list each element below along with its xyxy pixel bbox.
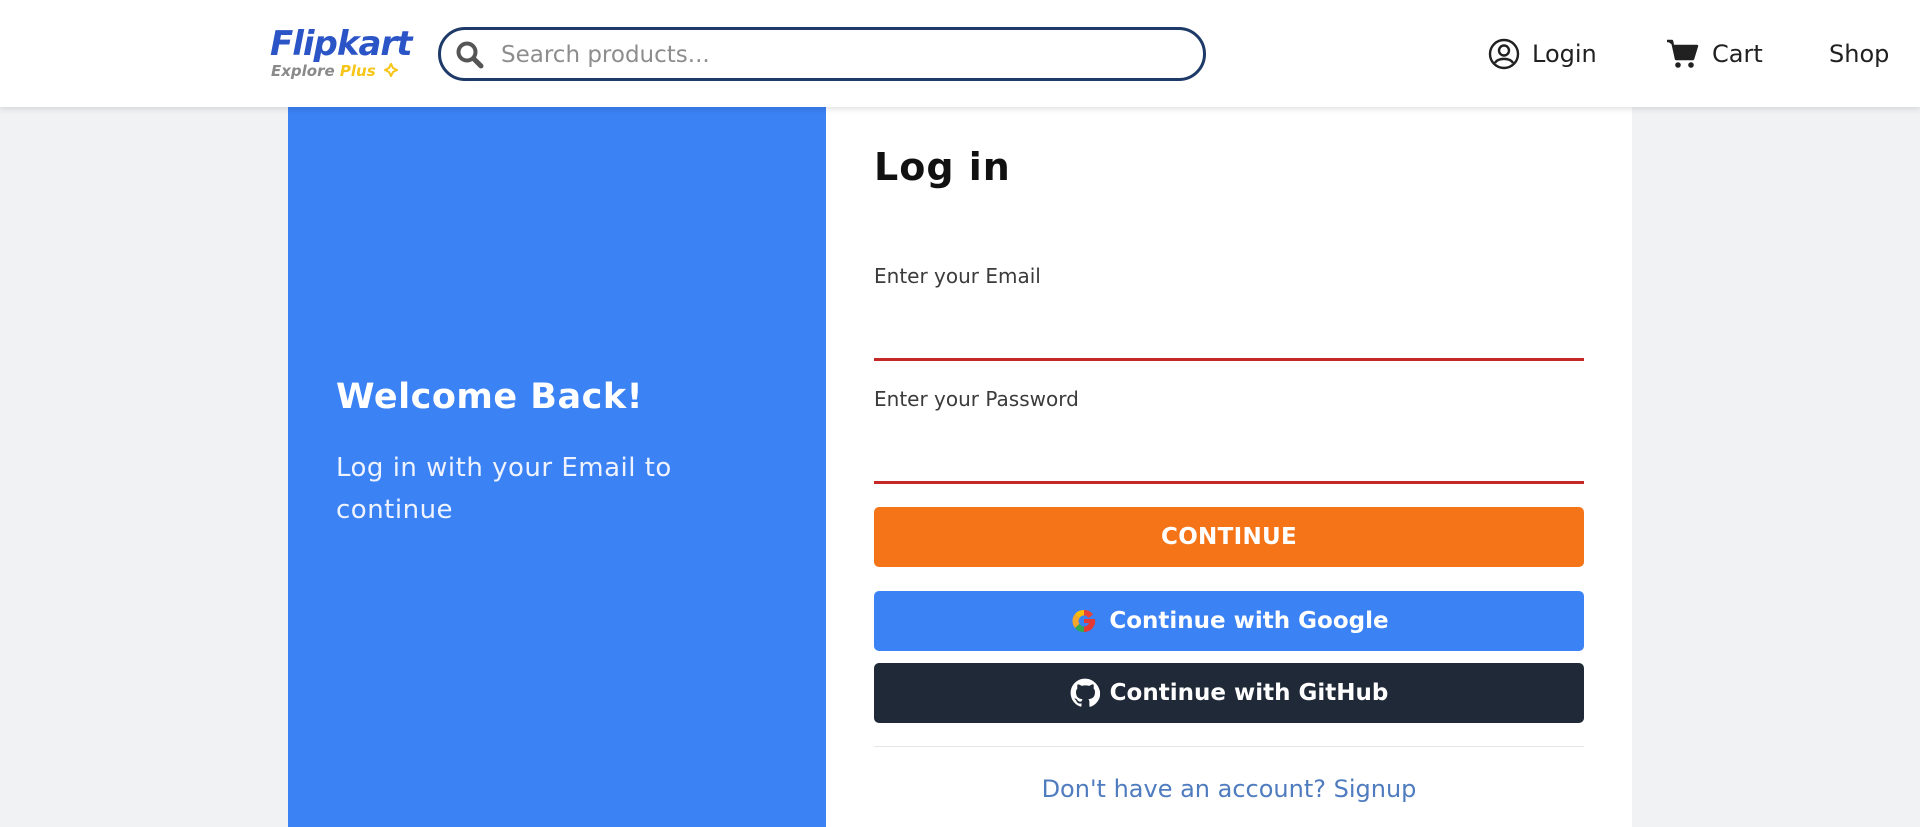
continue-button[interactable]: CONTINUE: [874, 507, 1584, 567]
user-circle-icon: [1488, 38, 1520, 70]
search-bar: [438, 27, 1206, 81]
password-label: Enter your Password: [874, 387, 1079, 411]
google-icon: [1072, 609, 1096, 633]
password-field[interactable]: [874, 444, 1584, 484]
github-login-button[interactable]: Continue with GitHub: [874, 663, 1584, 723]
search-input[interactable]: [501, 40, 1191, 70]
logo-tagline-explore: Explore: [271, 62, 335, 80]
cart-icon: [1667, 39, 1699, 68]
flipkart-logo[interactable]: Flipkart Explore Plus: [270, 24, 412, 84]
form-divider: [874, 746, 1584, 747]
github-icon: [1070, 678, 1100, 707]
nav-login-label: Login: [1532, 40, 1597, 68]
welcome-subtitle: Log in with your Email to continue: [336, 453, 672, 525]
nav-login[interactable]: Login: [1488, 34, 1597, 74]
nav-shop[interactable]: Shop: [1829, 34, 1889, 74]
nav-cart[interactable]: Cart: [1666, 34, 1763, 74]
top-navbar: Flipkart Explore Plus Login Cart: [0, 0, 1920, 107]
plus-star-icon: [383, 63, 398, 77]
signup-link[interactable]: Don't have an account? Signup: [874, 775, 1584, 803]
github-login-label: Continue with GitHub: [1109, 680, 1389, 706]
logo-tagline: Explore Plus: [271, 62, 398, 80]
logo-wordmark: Flipkart: [270, 24, 412, 64]
welcome-panel: Welcome Back! Log in with your Email to …: [288, 107, 826, 827]
search-icon[interactable]: [455, 40, 485, 70]
login-form-panel: Log in Enter your Email Enter your Passw…: [826, 107, 1632, 827]
logo-tagline-plus: Plus: [339, 62, 376, 80]
google-login-label: Continue with Google: [1109, 608, 1389, 634]
email-field[interactable]: [874, 321, 1584, 361]
google-login-button[interactable]: Continue with Google: [874, 591, 1584, 651]
login-title: Log in: [874, 145, 1011, 189]
welcome-title: Welcome Back!: [336, 377, 644, 417]
email-label: Enter your Email: [874, 264, 1041, 288]
nav-cart-label: Cart: [1712, 40, 1763, 68]
nav-shop-label: Shop: [1829, 40, 1890, 68]
